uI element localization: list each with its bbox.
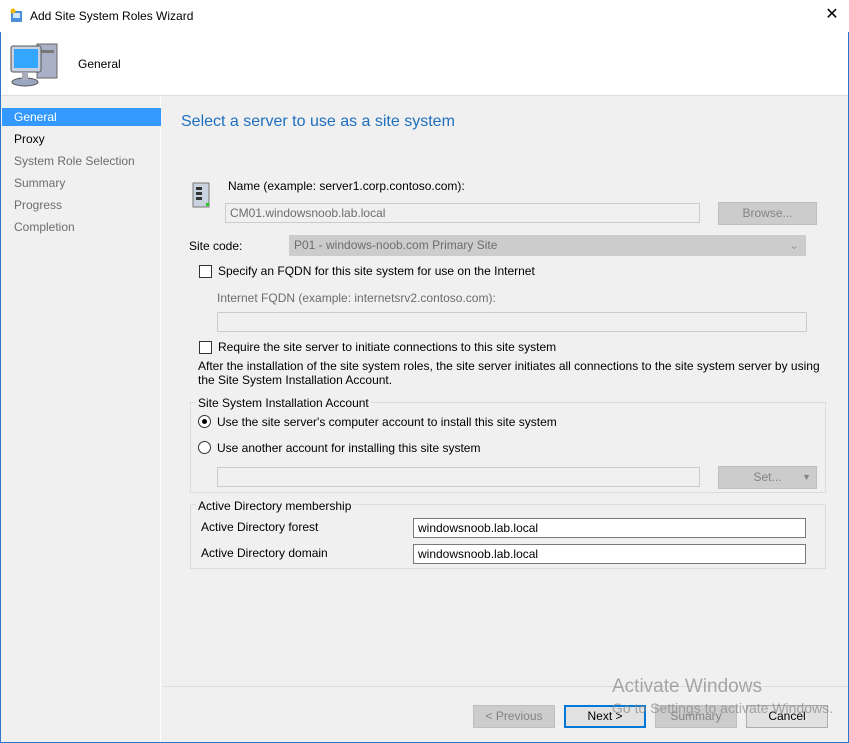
wizard-steps-sidebar: General Proxy System Role Selection Summ…: [1, 96, 161, 742]
set-button-label: Set...: [753, 470, 782, 484]
wizard-header: General: [1, 32, 848, 96]
sidebar-item-progress[interactable]: Progress: [2, 196, 161, 214]
wizard-app-icon: [10, 8, 22, 22]
installation-account-group-title: Site System Installation Account: [196, 396, 371, 410]
require-initiate-label: Require the site server to initiate conn…: [218, 340, 557, 354]
computer-account-radio[interactable]: [198, 415, 211, 428]
ad-membership-group-title: Active Directory membership: [196, 499, 354, 513]
site-code-select[interactable]: P01 - windows-noob.com Primary Site ⌄: [289, 235, 806, 256]
set-button[interactable]: Set... ▼: [718, 466, 817, 489]
site-code-label: Site code:: [189, 239, 243, 253]
fqdn-checkbox-label: Specify an FQDN for this site system for…: [218, 264, 535, 278]
close-icon[interactable]: ✕: [822, 5, 842, 25]
sidebar-item-general[interactable]: General: [2, 108, 161, 126]
title-bar: Add Site System Roles Wizard ✕: [0, 0, 849, 32]
fqdn-checkbox[interactable]: [199, 265, 212, 278]
computer-icon: [10, 43, 58, 87]
browse-button[interactable]: Browse...: [718, 202, 817, 225]
account-input[interactable]: [217, 467, 700, 487]
previous-button[interactable]: < Previous: [473, 705, 555, 728]
activation-watermark-text: Go to Settings to activate Windows.: [612, 700, 833, 716]
name-label: Name (example: server1.corp.contoso.com)…: [228, 179, 465, 193]
header-title: General: [78, 57, 121, 71]
sidebar-item-proxy[interactable]: Proxy: [2, 130, 161, 148]
server-name-input[interactable]: CM01.windowsnoob.lab.local: [225, 203, 700, 223]
window-title: Add Site System Roles Wizard: [30, 9, 194, 23]
server-icon: [192, 182, 210, 208]
activation-watermark-title: Activate Windows: [612, 676, 762, 697]
chevron-down-icon: ⌄: [788, 238, 799, 252]
another-account-label: Use another account for installing this …: [217, 441, 481, 455]
internet-fqdn-label: Internet FQDN (example: internetsrv2.con…: [217, 291, 496, 305]
site-code-value: P01 - windows-noob.com Primary Site: [294, 238, 498, 252]
ad-domain-label: Active Directory domain: [201, 546, 328, 560]
sidebar-item-summary[interactable]: Summary: [2, 174, 161, 192]
require-initiate-checkbox[interactable]: [199, 341, 212, 354]
page-title: Select a server to use as a site system: [181, 113, 455, 130]
ad-domain-input[interactable]: windowsnoob.lab.local: [413, 544, 806, 564]
require-note: After the installation of the site syste…: [198, 359, 820, 387]
sidebar-item-system-role-selection[interactable]: System Role Selection: [2, 152, 161, 170]
ad-forest-input[interactable]: windowsnoob.lab.local: [413, 518, 806, 538]
another-account-radio[interactable]: [198, 441, 211, 454]
internet-fqdn-input[interactable]: [217, 312, 807, 332]
sidebar-item-completion[interactable]: Completion: [2, 218, 161, 236]
computer-account-label: Use the site server's computer account t…: [217, 415, 557, 429]
dropdown-arrow-icon: ▼: [802, 472, 811, 482]
ad-forest-label: Active Directory forest: [201, 520, 319, 534]
